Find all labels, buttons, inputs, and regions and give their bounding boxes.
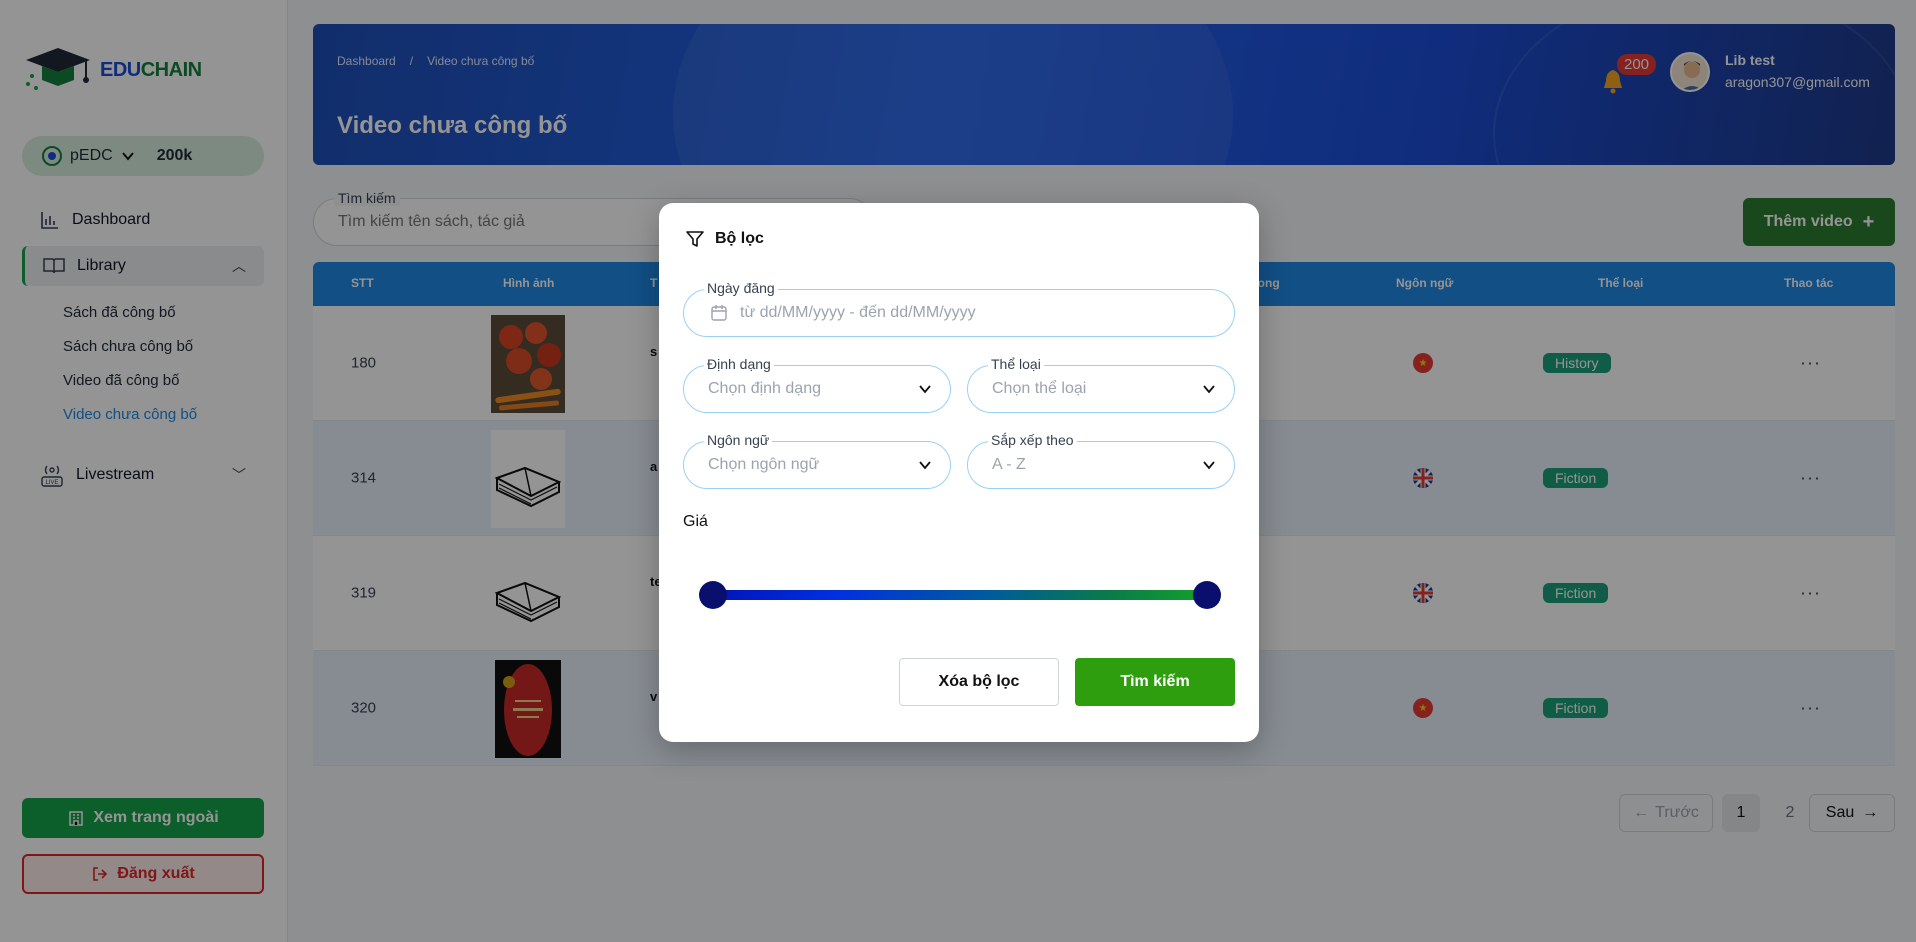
sort-label: Sắp xếp theo <box>988 432 1077 448</box>
format-select[interactable]: Định dạng Chọn định dạng <box>683 356 951 413</box>
filter-modal: Bộ lọc Ngày đăng từ dd/MM/yyyy - đến dd/… <box>659 203 1259 742</box>
category-label: Thể loại <box>988 356 1044 372</box>
date-range-placeholder: từ dd/MM/yyyy - đến dd/MM/yyyy <box>740 304 976 321</box>
filter-modal-title: Bộ lọc <box>685 229 764 249</box>
format-placeholder: Chọn định dạng <box>708 380 821 397</box>
chevron-down-icon <box>919 385 931 394</box>
chevron-down-icon <box>1203 385 1215 394</box>
chevron-down-icon <box>919 461 931 470</box>
language-select[interactable]: Ngôn ngữ Chọn ngôn ngữ <box>683 432 951 489</box>
chevron-down-icon <box>1203 461 1215 470</box>
sort-select[interactable]: Sắp xếp theo A - Z <box>967 432 1235 489</box>
format-label: Định dạng <box>704 356 774 372</box>
price-slider-max-handle[interactable] <box>1193 581 1221 609</box>
category-select[interactable]: Thể loại Chọn thể loại <box>967 356 1235 413</box>
sort-value: A - Z <box>992 456 1026 473</box>
calendar-icon <box>711 305 727 321</box>
clear-filter-button[interactable]: Xóa bộ lọc <box>899 658 1059 706</box>
price-label: Giá <box>683 513 708 530</box>
category-placeholder: Chọn thể loại <box>992 380 1087 397</box>
date-range-label: Ngày đăng <box>704 280 778 296</box>
language-placeholder: Chọn ngôn ngữ <box>708 456 820 473</box>
price-slider-track[interactable] <box>713 590 1207 600</box>
filter-title-text: Bộ lọc <box>715 230 764 247</box>
search-button[interactable]: Tìm kiếm <box>1075 658 1235 706</box>
filter-icon <box>686 231 704 247</box>
price-slider-min-handle[interactable] <box>699 581 727 609</box>
language-label: Ngôn ngữ <box>704 432 773 448</box>
date-range-field[interactable]: Ngày đăng từ dd/MM/yyyy - đến dd/MM/yyyy <box>683 280 1235 337</box>
